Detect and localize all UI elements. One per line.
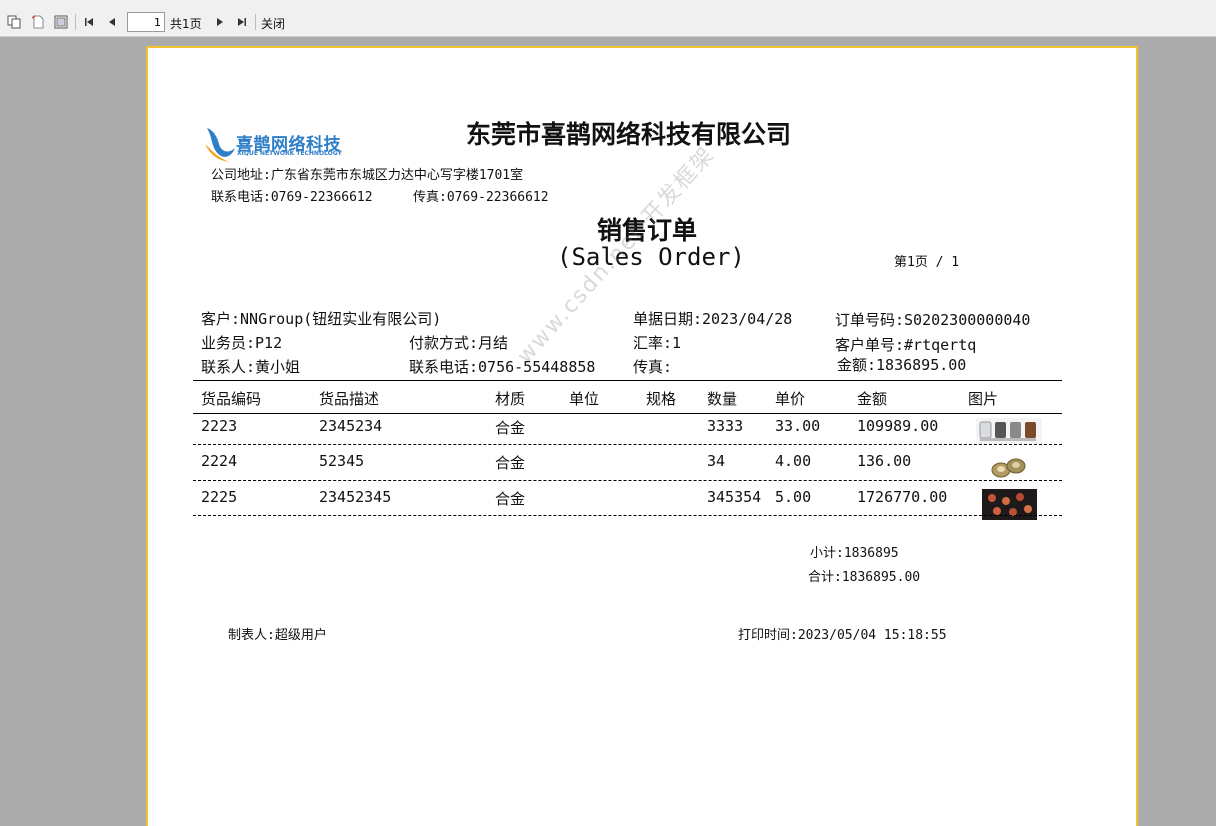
table-top-border bbox=[193, 380, 1062, 381]
subtotal-field: 小计:1836895 bbox=[810, 546, 899, 561]
print-time-field: 打印时间:2023/05/04 15:18:55 bbox=[738, 628, 947, 643]
salesman-field: 业务员:P12 bbox=[201, 334, 283, 352]
row-description: 52345 bbox=[319, 452, 365, 470]
row-price: 5.00 bbox=[775, 488, 812, 506]
table-header-border bbox=[193, 413, 1062, 414]
row-material: 合金 bbox=[495, 419, 526, 437]
header-description: 货品描述 bbox=[319, 390, 380, 408]
row-price: 4.00 bbox=[775, 452, 812, 470]
company-name: 东莞市喜鹊网络科技有限公司 bbox=[466, 120, 792, 149]
close-button[interactable]: 关闭 bbox=[261, 15, 285, 32]
row-description: 23452345 bbox=[319, 488, 392, 506]
row-quantity: 345354 bbox=[707, 488, 762, 506]
contact-field: 联系人:黄小姐 bbox=[201, 358, 301, 376]
report-page: 喜鹊网络科技 XIQUE NETWORK TECHNOLOGY 东莞市喜鹊网络科… bbox=[146, 46, 1138, 826]
magpie-logo-icon bbox=[205, 128, 235, 162]
header-image: 图片 bbox=[968, 390, 999, 408]
page-indicator: 第1页 / 1 bbox=[894, 255, 960, 270]
row-quantity: 34 bbox=[707, 452, 726, 470]
prev-page-icon[interactable] bbox=[102, 11, 122, 33]
next-page-icon[interactable] bbox=[210, 11, 230, 33]
row-price: 33.00 bbox=[775, 417, 821, 435]
row-quantity: 3333 bbox=[707, 417, 744, 435]
copy-icon[interactable] bbox=[4, 11, 24, 33]
product-image-buttons bbox=[991, 458, 1026, 478]
row-amount: 109989.00 bbox=[857, 417, 939, 435]
company-fax: 传真:0769-22366612 bbox=[413, 190, 549, 205]
order-number-field: 订单号码:S0202300000040 bbox=[835, 311, 1031, 329]
row-amount: 136.00 bbox=[857, 452, 912, 470]
exchange-rate-field: 汇率:1 bbox=[633, 334, 682, 352]
header-code: 货品编码 bbox=[201, 390, 262, 408]
total-field: 合计:1836895.00 bbox=[808, 570, 921, 585]
first-page-icon[interactable] bbox=[79, 11, 99, 33]
maker-field: 制表人:超级用户 bbox=[228, 628, 327, 643]
company-logo: 喜鹊网络科技 XIQUE NETWORK TECHNOLOGY bbox=[203, 124, 363, 164]
header-material: 材质 bbox=[495, 390, 526, 408]
row-material: 合金 bbox=[495, 490, 526, 508]
customer-field: 客户:NNGroup(钮纽实业有限公司) bbox=[201, 310, 442, 328]
row-amount: 1726770.00 bbox=[857, 488, 948, 506]
page-number-input[interactable] bbox=[127, 12, 165, 32]
report-toolbar: 共1页 关闭 bbox=[0, 0, 1216, 37]
row-divider bbox=[193, 480, 1062, 481]
header-amount: 金额 bbox=[857, 390, 888, 408]
header-price: 单价 bbox=[775, 390, 806, 408]
row-material: 合金 bbox=[495, 454, 526, 472]
fax-field: 传真: bbox=[633, 358, 673, 376]
print-icon[interactable] bbox=[51, 11, 71, 33]
total-pages-label: 共1页 bbox=[170, 17, 202, 31]
export-icon[interactable] bbox=[28, 11, 48, 33]
row-code: 2223 bbox=[201, 417, 238, 435]
company-phone: 联系电话:0769-22366612 bbox=[211, 190, 373, 205]
amount-field: 金额:1836895.00 bbox=[837, 356, 967, 374]
customer-number-field: 客户单号:#rtqertq bbox=[835, 336, 977, 354]
payment-field: 付款方式:月结 bbox=[409, 334, 509, 352]
table-bottom-border bbox=[193, 515, 1062, 516]
row-code: 2224 bbox=[201, 452, 238, 470]
last-page-icon[interactable] bbox=[232, 11, 252, 33]
document-date-field: 单据日期:2023/04/28 bbox=[633, 310, 793, 328]
company-address: 公司地址:广东省东莞市东城区力达中心写字楼1701室 bbox=[211, 168, 524, 183]
product-image-bottles bbox=[976, 418, 1042, 444]
row-divider bbox=[193, 444, 1062, 445]
header-unit: 单位 bbox=[569, 390, 600, 408]
header-spec: 规格 bbox=[646, 390, 677, 408]
logo-subtext: XIQUE NETWORK TECHNOLOGY bbox=[237, 150, 342, 157]
row-code: 2225 bbox=[201, 488, 238, 506]
contact-phone-field: 联系电话:0756-55448858 bbox=[409, 358, 596, 376]
row-description: 2345234 bbox=[319, 417, 383, 435]
header-quantity: 数量 bbox=[707, 390, 738, 408]
